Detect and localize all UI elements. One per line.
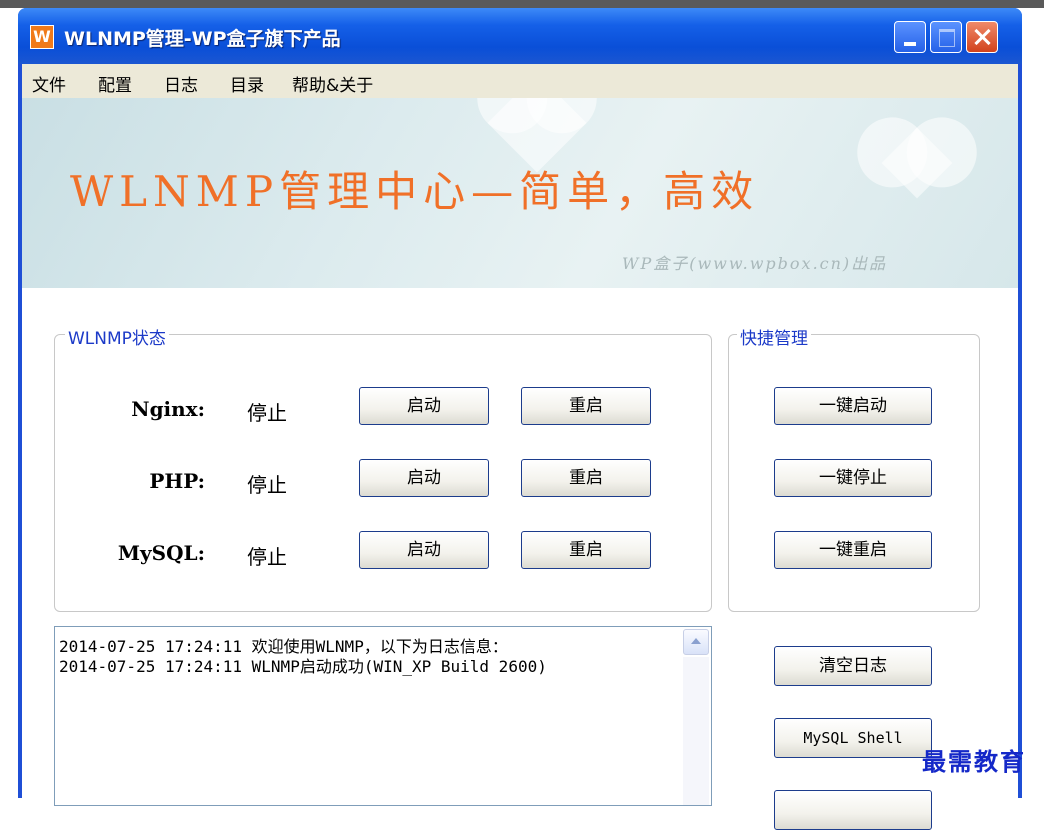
clear-log-button[interactable]: 清空日志 bbox=[774, 646, 932, 686]
log-line: 2014-07-25 17:24:11 WLNMP启动成功(WIN_XP Bui… bbox=[59, 657, 547, 676]
close-button[interactable] bbox=[966, 21, 998, 53]
menu-config[interactable]: 配置 bbox=[98, 71, 132, 96]
start-all-button[interactable]: 一键启动 bbox=[774, 387, 932, 425]
menu-help-about[interactable]: 帮助&关于 bbox=[292, 71, 373, 96]
maximize-button[interactable] bbox=[930, 21, 962, 53]
php-status: 停止 bbox=[247, 473, 287, 497]
nginx-start-button[interactable]: 启动 bbox=[359, 387, 489, 425]
client-area: 文件 配置 日志 目录 帮助&关于 WLNMP管理中心—简单，高效 WP盒子(w… bbox=[22, 64, 1018, 830]
mysql-status: 停止 bbox=[247, 545, 287, 569]
nginx-restart-button[interactable]: 重启 bbox=[521, 387, 651, 425]
wlnmp-status-group: WLNMP状态 Nginx: 停止 启动 重启 PHP: 停止 启动 重启 My… bbox=[54, 324, 712, 612]
mysql-label: MySQL: bbox=[117, 541, 205, 565]
log-textarea[interactable]: 2014-07-25 17:24:11 欢迎使用WLNMP，以下为日志信息： 2… bbox=[54, 626, 712, 806]
quick-manage-group: 快捷管理 一键启动 一键停止 一键重启 bbox=[728, 324, 980, 612]
menu-log[interactable]: 日志 bbox=[164, 71, 198, 96]
title-bar[interactable]: W WLNMP管理-WP盒子旗下产品 bbox=[18, 8, 1022, 64]
screen-top-edge bbox=[0, 0, 1044, 8]
group-legend: 快捷管理 bbox=[737, 324, 811, 349]
nginx-label: Nginx: bbox=[131, 397, 205, 421]
mysql-start-button[interactable]: 启动 bbox=[359, 531, 489, 569]
minimize-button[interactable] bbox=[894, 21, 926, 53]
php-restart-button[interactable]: 重启 bbox=[521, 459, 651, 497]
heart-decoration bbox=[881, 127, 953, 199]
menu-directory[interactable]: 目录 bbox=[230, 71, 264, 96]
watermark-text: 最需教育 bbox=[922, 747, 1026, 776]
nginx-status: 停止 bbox=[247, 401, 287, 425]
stop-all-button[interactable]: 一键停止 bbox=[774, 459, 932, 497]
app-window: W WLNMP管理-WP盒子旗下产品 文件 配置 日志 目录 帮助&关于 WLN… bbox=[18, 8, 1022, 830]
banner-subtitle: WP盒子(www.wpbox.cn)出品 bbox=[622, 254, 888, 273]
scrollbar-track[interactable] bbox=[683, 657, 709, 805]
php-start-button[interactable]: 启动 bbox=[359, 459, 489, 497]
window-title: WLNMP管理-WP盒子旗下产品 bbox=[64, 28, 341, 50]
scroll-up-arrow-icon[interactable] bbox=[683, 629, 709, 655]
mysql-restart-button[interactable]: 重启 bbox=[521, 531, 651, 569]
partial-button[interactable] bbox=[774, 790, 932, 830]
php-label: PHP: bbox=[149, 469, 205, 493]
mysql-shell-button[interactable]: MySQL Shell bbox=[774, 718, 932, 758]
restart-all-button[interactable]: 一键重启 bbox=[774, 531, 932, 569]
menu-file[interactable]: 文件 bbox=[32, 71, 66, 96]
header-banner: WLNMP管理中心—简单，高效 WP盒子(www.wpbox.cn)出品 bbox=[22, 98, 1018, 288]
banner-title: WLNMP管理中心—简单，高效 bbox=[70, 167, 760, 216]
group-legend: WLNMP状态 bbox=[65, 324, 169, 349]
app-icon: W bbox=[30, 25, 54, 49]
menu-bar: 文件 配置 日志 目录 帮助&关于 bbox=[22, 64, 1018, 98]
